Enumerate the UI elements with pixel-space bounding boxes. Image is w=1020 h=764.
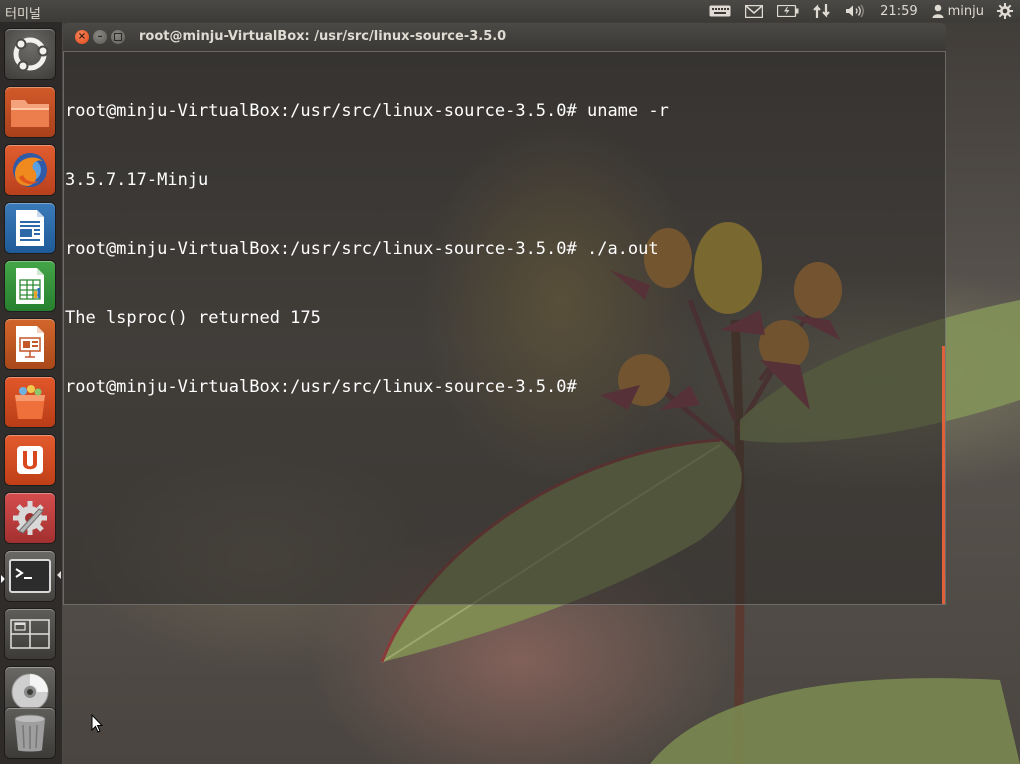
minimize-button[interactable]: – xyxy=(93,30,107,44)
launcher-item-software-center[interactable] xyxy=(5,377,55,427)
user-menu[interactable]: minju xyxy=(926,0,990,22)
settings-icon xyxy=(13,501,47,535)
window-titlebar[interactable]: × – root@minju-VirtualBox: /usr/src/linu… xyxy=(63,23,946,51)
clock[interactable]: 21:59 xyxy=(872,0,925,22)
workspace-icon xyxy=(10,619,50,649)
launcher-item-libreoffice-calc[interactable] xyxy=(5,261,55,311)
trash-icon xyxy=(14,714,46,752)
ubuntu-one-icon xyxy=(17,446,43,474)
cd-icon xyxy=(11,673,49,711)
launcher-item-firefox[interactable] xyxy=(5,145,55,195)
terminal-window[interactable]: × – root@minju-VirtualBox: /usr/src/linu… xyxy=(63,23,946,605)
volume-icon[interactable] xyxy=(838,0,872,22)
terminal-line: root@minju-VirtualBox:/usr/src/linux-sou… xyxy=(65,239,659,259)
focused-indicator xyxy=(57,571,61,579)
launcher-item-trash[interactable] xyxy=(5,708,55,758)
terminal-line: root@minju-VirtualBox:/usr/src/linux-sou… xyxy=(65,101,669,121)
mouse-pointer-icon xyxy=(91,714,103,733)
terminal-line: The lsproc() returned 175 xyxy=(65,308,321,328)
impress-icon xyxy=(16,326,44,362)
top-panel: 터미널 21:59 minju xyxy=(0,0,1020,22)
user-icon xyxy=(932,4,944,18)
battery-icon[interactable] xyxy=(770,0,806,22)
maximize-icon xyxy=(114,33,122,41)
close-button[interactable]: × xyxy=(75,30,89,44)
scrollbar[interactable] xyxy=(942,346,945,604)
terminal-output[interactable]: root@minju-VirtualBox:/usr/src/linux-sou… xyxy=(63,51,946,605)
terminal-line: 3.5.7.17-Minju xyxy=(65,170,209,190)
terminal-text[interactable]: root@minju-VirtualBox:/usr/src/linux-sou… xyxy=(65,54,669,445)
launcher-item-dash-home[interactable] xyxy=(5,29,55,79)
active-app-title[interactable]: 터미널 xyxy=(5,3,41,22)
gear-icon[interactable] xyxy=(990,0,1020,22)
window-title: root@minju-VirtualBox: /usr/src/linux-so… xyxy=(139,29,507,44)
maximize-button[interactable] xyxy=(111,30,125,44)
mail-icon[interactable] xyxy=(738,0,770,22)
shopping-bag-icon xyxy=(15,385,45,419)
network-icon[interactable] xyxy=(806,0,838,22)
launcher-item-terminal[interactable] xyxy=(5,551,55,601)
minimize-icon: – xyxy=(97,31,103,42)
launcher-item-system-settings[interactable] xyxy=(5,493,55,543)
firefox-icon xyxy=(13,153,47,187)
launcher-item-files[interactable] xyxy=(5,87,55,137)
calc-icon xyxy=(16,268,44,304)
launcher xyxy=(0,22,63,764)
launcher-item-libreoffice-writer[interactable] xyxy=(5,203,55,253)
launcher-item-workspace-switcher[interactable] xyxy=(5,609,55,659)
user-name: minju xyxy=(947,3,984,19)
ubuntu-logo-icon xyxy=(13,37,49,72)
launcher-item-libreoffice-impress[interactable] xyxy=(5,319,55,369)
launcher-item-ubuntu-one[interactable] xyxy=(5,435,55,485)
indicator-area: 21:59 minju xyxy=(702,0,1020,22)
close-icon: × xyxy=(77,31,87,42)
terminal-prompt-line: root@minju-VirtualBox:/usr/src/linux-sou… xyxy=(65,377,577,397)
keyboard-icon[interactable] xyxy=(702,0,738,22)
folder-icon xyxy=(11,100,49,127)
terminal-icon xyxy=(9,559,51,593)
writer-icon xyxy=(16,210,44,246)
